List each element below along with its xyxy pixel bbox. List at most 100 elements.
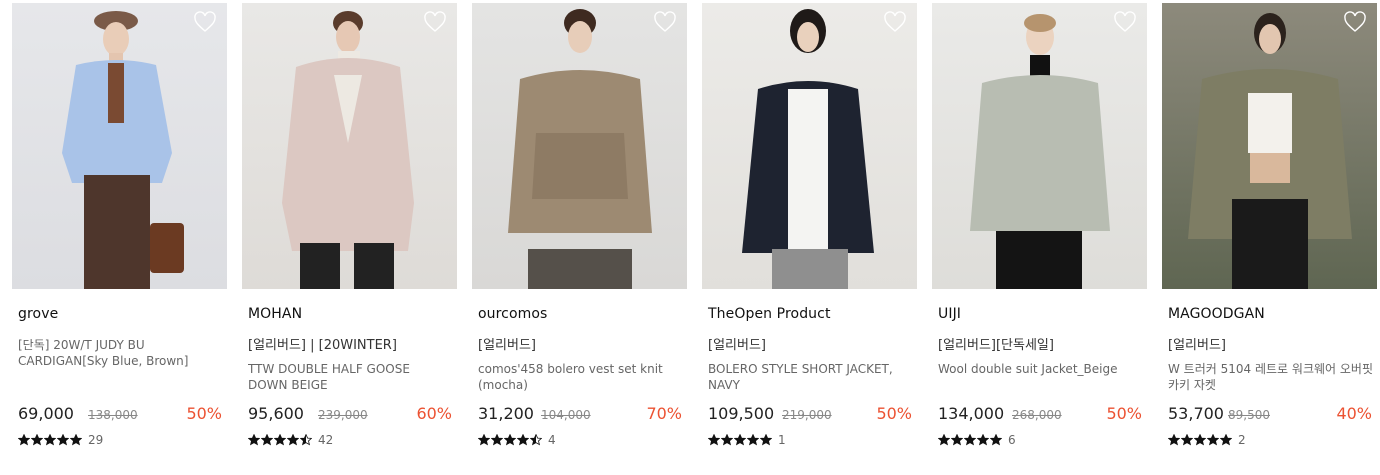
star-filled-icon [1194, 434, 1206, 446]
price-row: 109,500 219,000 50% [708, 404, 912, 426]
wishlist-heart-icon[interactable] [883, 11, 907, 33]
product-name[interactable]: comos'458 bolero vest set knit (mocha) [478, 361, 683, 393]
star-filled-icon [248, 434, 260, 446]
review-count: 4 [548, 433, 556, 447]
discount-rate: 60% [416, 404, 452, 423]
product-card[interactable]: MAGOODGAN [얼리버드] W 트러커 5104 레트로 워크웨어 오버핏… [1162, 3, 1377, 473]
star-filled-icon [938, 434, 950, 446]
star-rating [478, 434, 542, 446]
brand-name[interactable]: ourcomos [478, 306, 547, 322]
discount-rate: 50% [876, 404, 912, 423]
wishlist-heart-icon[interactable] [1343, 11, 1367, 33]
discount-rate: 50% [186, 404, 222, 423]
promo-tag: [얼리버드][단독세일] [938, 338, 1054, 353]
price-row: 53,700 89,500 40% [1168, 404, 1372, 426]
original-price: 268,000 [1012, 408, 1062, 422]
promo-tag: [얼리버드] [478, 338, 536, 353]
star-rating [248, 434, 312, 446]
review-count: 42 [318, 433, 334, 447]
product-image[interactable] [242, 3, 457, 289]
product-name[interactable]: W 트러커 5104 레트로 워크웨어 오버핏 카키 자켓 [1168, 361, 1373, 393]
sale-price: 69,000 [18, 404, 74, 423]
original-price: 138,000 [88, 408, 138, 422]
star-filled-icon [31, 434, 43, 446]
star-half-icon [300, 434, 312, 446]
star-filled-icon [287, 434, 299, 446]
product-name[interactable]: TTW DOUBLE HALF GOOSE DOWN BEIGE [248, 361, 453, 393]
star-filled-icon [18, 434, 30, 446]
sale-price: 109,500 [708, 404, 775, 423]
wishlist-heart-icon[interactable] [1113, 11, 1137, 33]
original-price: 219,000 [782, 408, 832, 422]
discount-rate: 70% [646, 404, 682, 423]
star-filled-icon [747, 434, 759, 446]
original-price: 104,000 [541, 408, 591, 422]
product-card[interactable]: ourcomos [얼리버드] comos'458 bolero vest se… [472, 3, 687, 473]
product-image[interactable] [702, 3, 917, 289]
price-row: 95,600 239,000 60% [248, 404, 452, 426]
product-photo [282, 11, 414, 289]
review-count: 2 [1238, 433, 1246, 447]
product-name[interactable]: BOLERO STYLE SHORT JACKET, NAVY [708, 361, 913, 393]
product-photo [1188, 13, 1352, 289]
product-image[interactable] [932, 3, 1147, 289]
review-count: 1 [778, 433, 786, 447]
review-count: 6 [1008, 433, 1016, 447]
wishlist-heart-icon[interactable] [423, 11, 447, 33]
rating: 4 [478, 432, 556, 448]
original-price: 239,000 [318, 408, 368, 422]
star-filled-icon [517, 434, 529, 446]
star-filled-icon [44, 434, 56, 446]
star-filled-icon [951, 434, 963, 446]
brand-name[interactable]: UIJI [938, 306, 961, 322]
product-name[interactable]: [단독] 20W/T JUDY BU CARDIGAN[Sky Blue, Br… [18, 337, 223, 369]
rating: 1 [708, 432, 786, 448]
product-photo [742, 9, 874, 289]
product-image[interactable] [12, 3, 227, 289]
discount-rate: 50% [1106, 404, 1142, 423]
star-filled-icon [760, 434, 772, 446]
product-photo [508, 9, 652, 289]
rating: 29 [18, 432, 103, 448]
discount-rate: 40% [1336, 404, 1372, 423]
star-filled-icon [708, 434, 720, 446]
star-filled-icon [261, 434, 273, 446]
promo-tag: [얼리버드] | [20WINTER] [248, 338, 397, 353]
original-price: 89,500 [1228, 408, 1270, 422]
brand-name[interactable]: MOHAN [248, 306, 302, 322]
wishlist-heart-icon[interactable] [653, 11, 677, 33]
brand-name[interactable]: MAGOODGAN [1168, 306, 1265, 322]
product-image[interactable] [472, 3, 687, 289]
star-filled-icon [977, 434, 989, 446]
star-filled-icon [491, 434, 503, 446]
star-filled-icon [721, 434, 733, 446]
star-rating [938, 434, 1002, 446]
sale-price: 134,000 [938, 404, 1005, 423]
brand-name[interactable]: TheOpen Product [708, 306, 831, 322]
star-filled-icon [1168, 434, 1180, 446]
rating: 2 [1168, 432, 1246, 448]
star-filled-icon [274, 434, 286, 446]
star-filled-icon [478, 434, 490, 446]
star-filled-icon [504, 434, 516, 446]
product-photo [62, 11, 184, 289]
star-rating [1168, 434, 1232, 446]
product-name[interactable]: Wool double suit Jacket_Beige [938, 361, 1143, 377]
product-card[interactable]: UIJI [얼리버드][단독세일] Wool double suit Jacke… [932, 3, 1147, 473]
star-filled-icon [990, 434, 1002, 446]
promo-tag: [얼리버드] [1168, 338, 1226, 353]
star-filled-icon [964, 434, 976, 446]
product-card[interactable]: grove [단독] 20W/T JUDY BU CARDIGAN[Sky Bl… [12, 3, 227, 473]
product-card[interactable]: MOHAN [얼리버드] | [20WINTER] TTW DOUBLE HAL… [242, 3, 457, 473]
star-filled-icon [1181, 434, 1193, 446]
product-card[interactable]: TheOpen Product [얼리버드] BOLERO STYLE SHOR… [702, 3, 917, 473]
review-count: 29 [88, 433, 104, 447]
brand-name[interactable]: grove [18, 306, 58, 322]
product-grid: grove [단독] 20W/T JUDY BU CARDIGAN[Sky Bl… [0, 0, 1380, 475]
product-image[interactable] [1162, 3, 1377, 289]
sale-price: 31,200 [478, 404, 534, 423]
star-filled-icon [734, 434, 746, 446]
star-filled-icon [1207, 434, 1219, 446]
wishlist-heart-icon[interactable] [193, 11, 217, 33]
promo-tag: [얼리버드] [708, 338, 766, 353]
